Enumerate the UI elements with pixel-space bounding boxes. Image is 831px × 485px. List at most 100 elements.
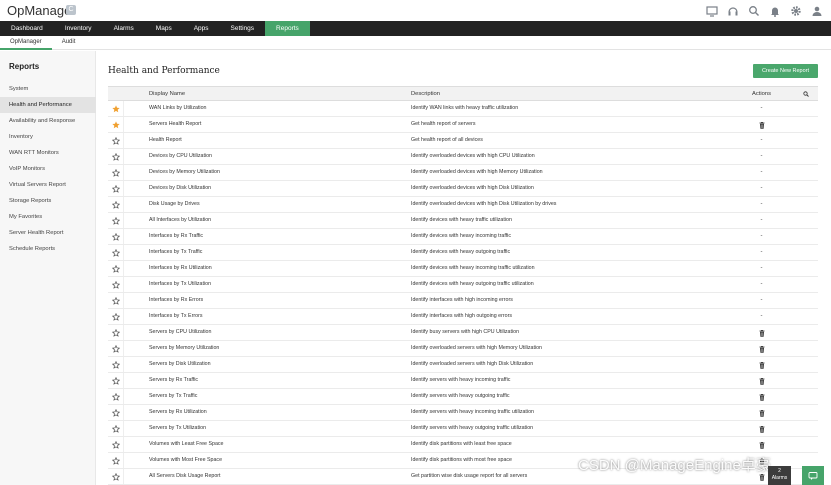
alarms-widget[interactable]: 2 Alarms xyxy=(768,466,791,485)
monitor-icon[interactable] xyxy=(706,5,718,17)
star-outline-icon[interactable] xyxy=(108,229,124,244)
nav-tab-apps[interactable]: Apps xyxy=(183,21,220,36)
sidebar-item[interactable]: My Favorites xyxy=(0,209,96,225)
table-row[interactable]: Interfaces by Tx Utilization Identify dev… xyxy=(108,277,818,293)
subtab-opmanager[interactable]: OpManager xyxy=(0,36,52,50)
star-outline-icon[interactable] xyxy=(108,325,124,340)
delete-icon[interactable] xyxy=(729,325,794,340)
headset-icon[interactable] xyxy=(727,5,739,17)
table-row[interactable]: Servers by CPU Utilization Identify busy … xyxy=(108,325,818,341)
star-outline-icon[interactable] xyxy=(108,293,124,308)
sidebar-item[interactable]: Schedule Reports xyxy=(0,241,96,257)
star-outline-icon[interactable] xyxy=(108,469,124,484)
column-display-name[interactable]: Display Name xyxy=(149,87,411,100)
sidebar-item[interactable]: WAN RTT Monitors xyxy=(0,145,96,161)
sidebar-item[interactable]: Availability and Response xyxy=(0,113,96,129)
report-name-link[interactable]: Volumes with Most Free Space xyxy=(149,453,411,468)
report-name-link[interactable]: Interfaces by Rx Traffic xyxy=(149,229,411,244)
star-outline-icon[interactable] xyxy=(108,277,124,292)
star-outline-icon[interactable] xyxy=(108,357,124,372)
delete-icon[interactable] xyxy=(729,357,794,372)
table-row[interactable]: Servers by Rx Utilization Identify server… xyxy=(108,405,818,421)
nav-tab-settings[interactable]: Settings xyxy=(220,21,266,36)
report-name-link[interactable]: Health Report xyxy=(149,133,411,148)
sidebar-item[interactable]: Storage Reports xyxy=(0,193,96,209)
star-outline-icon[interactable] xyxy=(108,341,124,356)
table-row[interactable]: Servers by Tx Traffic Identify servers wi… xyxy=(108,389,818,405)
create-new-report-button[interactable]: Create New Report xyxy=(753,64,818,78)
report-name-link[interactable]: Interfaces by Tx Utilization xyxy=(149,277,411,292)
report-name-link[interactable]: All Servers Disk Usage Report xyxy=(149,469,411,484)
star-outline-icon[interactable] xyxy=(108,261,124,276)
chat-icon[interactable] xyxy=(802,466,824,485)
star-outline-icon[interactable] xyxy=(108,437,124,452)
table-row[interactable]: All Interfaces by Utilization Identify de… xyxy=(108,213,818,229)
report-name-link[interactable]: Devices by Disk Utilization xyxy=(149,181,411,196)
star-outline-icon[interactable] xyxy=(108,165,124,180)
table-row[interactable]: Devices by Memory Utilization Identify ov… xyxy=(108,165,818,181)
report-name-link[interactable]: Disk Usage by Drives xyxy=(149,197,411,212)
star-outline-icon[interactable] xyxy=(108,197,124,212)
delete-icon[interactable] xyxy=(729,437,794,452)
table-row[interactable]: Interfaces by Tx Traffic Identify devices… xyxy=(108,245,818,261)
table-row[interactable]: Interfaces by Rx Errors Identify interfac… xyxy=(108,293,818,309)
star-filled-icon[interactable] xyxy=(108,101,124,116)
nav-tab-reports[interactable]: Reports xyxy=(265,21,310,36)
table-row[interactable]: Interfaces by Rx Utilization Identify dev… xyxy=(108,261,818,277)
report-name-link[interactable]: Servers Health Report xyxy=(149,117,411,132)
table-row[interactable]: Devices by CPU Utilization Identify overl… xyxy=(108,149,818,165)
table-row[interactable]: Servers by Disk Utilization Identify over… xyxy=(108,357,818,373)
nav-tab-inventory[interactable]: Inventory xyxy=(54,21,103,36)
report-name-link[interactable]: Servers by Rx Utilization xyxy=(149,405,411,420)
nav-tab-maps[interactable]: Maps xyxy=(145,21,183,36)
subtab-audit[interactable]: Audit xyxy=(52,36,86,50)
table-row[interactable]: WAN Links by Utilization Identify WAN lin… xyxy=(108,101,818,117)
user-icon[interactable] xyxy=(811,5,823,17)
table-row[interactable]: Servers by Tx Utilization Identify server… xyxy=(108,421,818,437)
table-row[interactable]: Volumes with Least Free Space Identify di… xyxy=(108,437,818,453)
table-row[interactable]: Servers Health Report Get health report o… xyxy=(108,117,818,133)
gear-icon[interactable] xyxy=(790,5,802,17)
report-name-link[interactable]: Interfaces by Rx Errors xyxy=(149,293,411,308)
table-row[interactable]: Disk Usage by Drives Identify overloaded … xyxy=(108,197,818,213)
table-row[interactable]: Servers by Memory Utilization Identify ov… xyxy=(108,341,818,357)
table-row[interactable]: Servers by Rx Traffic Identify servers wi… xyxy=(108,373,818,389)
table-row[interactable]: Health Report Get health report of all de… xyxy=(108,133,818,149)
report-name-link[interactable]: Devices by CPU Utilization xyxy=(149,149,411,164)
star-outline-icon[interactable] xyxy=(108,213,124,228)
report-name-link[interactable]: Servers by Memory Utilization xyxy=(149,341,411,356)
report-name-link[interactable]: WAN Links by Utilization xyxy=(149,101,411,116)
star-outline-icon[interactable] xyxy=(108,133,124,148)
report-name-link[interactable]: All Interfaces by Utilization xyxy=(149,213,411,228)
sidebar-item[interactable]: Virtual Servers Report xyxy=(0,177,96,193)
delete-icon[interactable] xyxy=(729,341,794,356)
report-name-link[interactable]: Interfaces by Tx Traffic xyxy=(149,245,411,260)
sidebar-item[interactable]: Health and Performance xyxy=(0,97,96,113)
star-outline-icon[interactable] xyxy=(108,245,124,260)
report-name-link[interactable]: Servers by Tx Utilization xyxy=(149,421,411,436)
sidebar-item[interactable]: Server Health Report xyxy=(0,225,96,241)
sidebar-item[interactable]: System xyxy=(0,81,96,97)
nav-tab-dashboard[interactable]: Dashboard xyxy=(0,21,54,36)
report-name-link[interactable]: Servers by Disk Utilization xyxy=(149,357,411,372)
star-outline-icon[interactable] xyxy=(108,421,124,436)
delete-icon[interactable] xyxy=(729,117,794,132)
delete-icon[interactable] xyxy=(729,405,794,420)
table-search-icon[interactable] xyxy=(794,87,818,100)
bell-icon[interactable] xyxy=(769,5,781,17)
report-name-link[interactable]: Servers by Rx Traffic xyxy=(149,373,411,388)
report-name-link[interactable]: Interfaces by Tx Errors xyxy=(149,309,411,324)
report-name-link[interactable]: Devices by Memory Utilization xyxy=(149,165,411,180)
star-filled-icon[interactable] xyxy=(108,117,124,132)
table-row[interactable]: Interfaces by Tx Errors Identify interfac… xyxy=(108,309,818,325)
report-name-link[interactable]: Interfaces by Rx Utilization xyxy=(149,261,411,276)
table-row[interactable]: Interfaces by Rx Traffic Identify devices… xyxy=(108,229,818,245)
star-outline-icon[interactable] xyxy=(108,181,124,196)
star-outline-icon[interactable] xyxy=(108,149,124,164)
report-name-link[interactable]: Servers by Tx Traffic xyxy=(149,389,411,404)
report-name-link[interactable]: Volumes with Least Free Space xyxy=(149,437,411,452)
sidebar-item[interactable]: VoIP Monitors xyxy=(0,161,96,177)
star-outline-icon[interactable] xyxy=(108,453,124,468)
star-outline-icon[interactable] xyxy=(108,309,124,324)
star-outline-icon[interactable] xyxy=(108,389,124,404)
